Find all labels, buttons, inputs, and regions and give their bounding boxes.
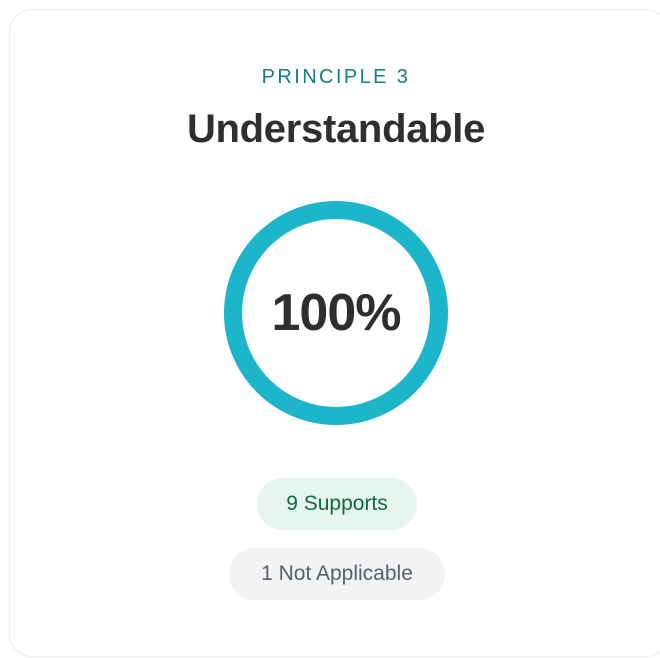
supports-badge: 9 Supports xyxy=(257,478,417,530)
not-applicable-badge-label: 1 Not Applicable xyxy=(261,562,413,585)
not-applicable-badge: 1 Not Applicable xyxy=(229,548,445,600)
supports-badge-label: 9 Supports xyxy=(286,492,388,515)
principle-eyebrow: PRINCIPLE 3 xyxy=(261,66,411,88)
principle-title: Understandable xyxy=(186,107,486,151)
score-percentage: 100% xyxy=(271,284,402,342)
